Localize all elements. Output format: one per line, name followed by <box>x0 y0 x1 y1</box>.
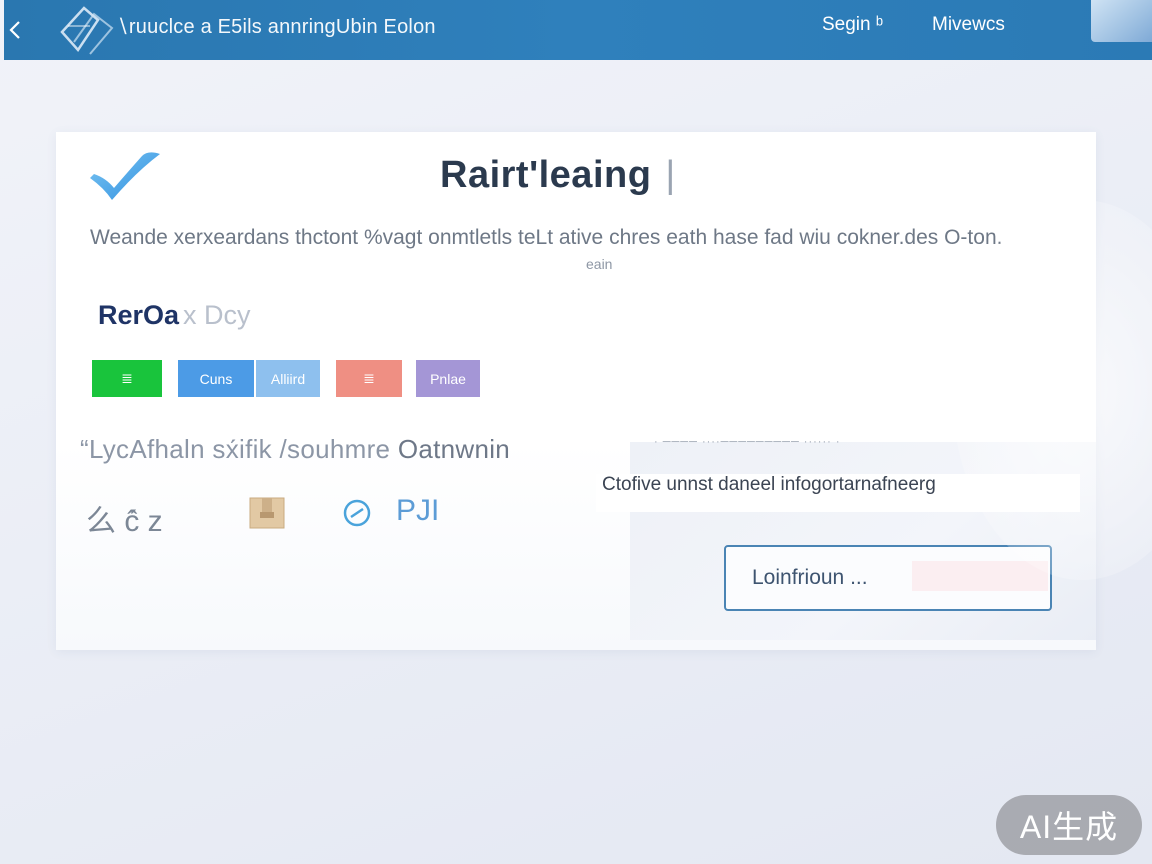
tab-link-3[interactable]: Oatnwnin <box>398 434 510 464</box>
title-caret: | <box>665 154 676 196</box>
action-button-row: ≣ Cuns Alliird ≣ Pnlae <box>92 360 480 398</box>
icon-row-text: 么 ĉ́ z <box>86 505 163 538</box>
ai-generated-watermark: AI生成 <box>996 795 1142 855</box>
tabs-line: “LycAfhaln sx́ifik /souhmre Oatnwnin <box>80 434 510 465</box>
cuns-button[interactable]: Cuns <box>178 360 254 397</box>
avatar[interactable] <box>1091 0 1152 42</box>
salmon-menu-button[interactable]: ≣ <box>336 360 402 397</box>
login-cta-button[interactable]: Loinfrioun ... <box>724 545 1052 611</box>
circle-arrow-icon[interactable] <box>342 498 372 528</box>
nav-signin-link[interactable]: Segin ᵇ <box>822 14 883 36</box>
site-title[interactable]: ∖ruuclce a E5ils annringUbin Eolon <box>116 14 436 39</box>
tab-link-1[interactable]: “LycAfhaln sx́ifik <box>80 434 272 464</box>
section-title: RerOa x Dcy <box>98 300 251 331</box>
dotted-divider-text: · ──── ····───────── ······ · <box>654 436 841 448</box>
intro-tag: eain <box>586 256 613 272</box>
alliird-button[interactable]: Alliird <box>256 360 320 397</box>
info-text: Ctofive unnst daneel infogortarnafneerg <box>602 474 936 495</box>
pj-link[interactable]: PJI <box>396 494 439 528</box>
green-menu-button[interactable]: ≣ <box>92 360 162 397</box>
top-navigation-bar: ∖ruuclce a E5ils annringUbin Eolon Segin… <box>4 0 1152 60</box>
intro-paragraph: Weande xerxeardans thctont %vagt onmtlet… <box>90 226 1003 249</box>
package-box-icon[interactable] <box>248 494 286 530</box>
tab-link-2[interactable]: /souhmre <box>280 434 391 464</box>
section-title-text: RerOa <box>98 300 180 330</box>
chevron-left-icon[interactable] <box>4 14 26 46</box>
section-title-faded: x Dcy <box>183 300 251 330</box>
cta-highlight <box>912 561 1048 591</box>
page-title-text: Rairt'leaing <box>440 154 652 196</box>
nav-reviews-link[interactable]: Mivewcs <box>932 14 1005 36</box>
checkmark-logo-icon <box>90 152 160 200</box>
diamond-logo-icon[interactable] <box>54 2 124 58</box>
main-card: Rairt'leaing | Weande xerxeardans thctont… <box>56 132 1096 650</box>
login-cta-label: Loinfrioun ... <box>752 566 868 589</box>
page-title: Rairt'leaing | <box>440 154 676 197</box>
pnlae-button[interactable]: Pnlae <box>416 360 480 397</box>
